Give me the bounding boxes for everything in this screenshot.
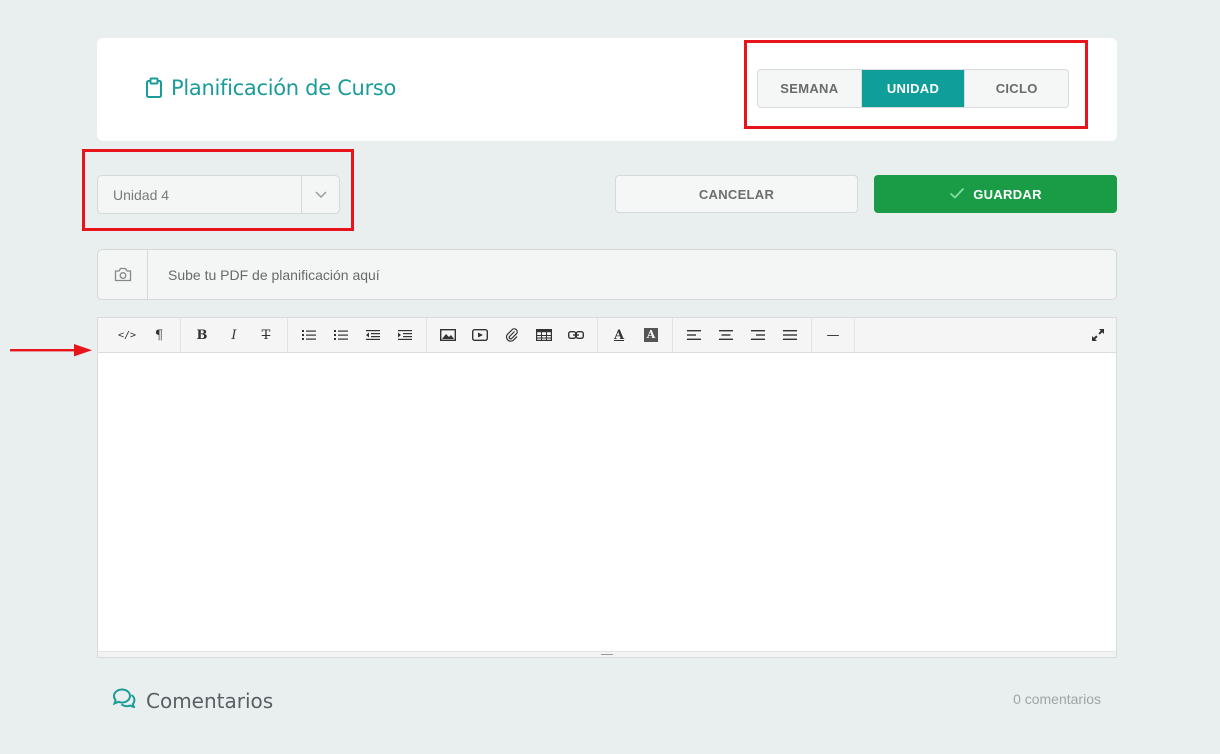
align-right-icon[interactable] [742,318,774,352]
save-button-label: GUARDAR [973,186,1042,202]
align-center-icon[interactable] [710,318,742,352]
align-left-icon[interactable] [678,318,710,352]
align-justify-icon[interactable] [774,318,806,352]
fullscreen-icon[interactable] [1092,318,1104,352]
editor-content-area[interactable] [98,353,1116,651]
comments-heading: Comentarios [112,688,273,713]
page-title: Planificación de Curso [145,76,396,100]
highlight-period-selector [744,40,1088,129]
outdent-icon[interactable] [357,318,389,352]
editor-toolbar: </> ¶ B I T A A — [98,318,1116,353]
comments-icon [112,688,136,713]
save-button[interactable]: GUARDAR [874,175,1117,213]
video-icon[interactable] [464,318,496,352]
toolbar-group-color: A A [598,318,673,352]
toolbar-group-format: B I T [181,318,288,352]
toolbar-group-align [673,318,812,352]
camera-icon[interactable] [98,250,148,299]
clipboard-icon [145,77,163,99]
toolbar-group-view: </> ¶ [111,318,181,352]
unit-select-value: Unidad 4 [113,186,170,203]
indent-icon[interactable] [389,318,421,352]
font-color-icon[interactable]: A [603,318,635,352]
toolbar-group-rule: — [812,318,855,352]
checkmark-icon [949,187,965,202]
cancel-button[interactable]: CANCELAR [615,175,858,213]
image-icon[interactable] [432,318,464,352]
unit-select[interactable]: Unidad 4 [97,175,340,214]
link-icon[interactable] [560,318,592,352]
attachment-icon[interactable] [496,318,528,352]
background-color-glyph: A [644,328,658,342]
unordered-list-icon[interactable] [293,318,325,352]
comments-title: Comentarios [146,688,274,713]
toolbar-group-insert [427,318,598,352]
strikethrough-icon[interactable]: T [250,318,282,352]
rich-text-editor: </> ¶ B I T A A — [97,317,1117,658]
bold-icon[interactable]: B [186,318,218,352]
pdf-upload-field[interactable]: Sube tu PDF de planificación aquí [97,249,1117,300]
toolbar-group-lists [288,318,427,352]
chevron-down-icon[interactable] [301,176,339,213]
italic-icon[interactable]: I [218,318,250,352]
background-color-icon[interactable]: A [635,318,667,352]
comments-count: 0 comentarios [1013,691,1101,707]
annotation-arrow [10,343,92,362]
horizontal-rule-icon[interactable]: — [817,318,849,352]
paragraph-icon[interactable]: ¶ [143,318,175,352]
table-icon[interactable] [528,318,560,352]
pdf-upload-placeholder: Sube tu PDF de planificación aquí [168,266,380,283]
ordered-list-icon[interactable] [325,318,357,352]
page-title-text: Planificación de Curso [171,76,397,100]
code-view-icon[interactable]: </> [111,318,143,352]
editor-resize-handle[interactable] [98,651,1116,657]
